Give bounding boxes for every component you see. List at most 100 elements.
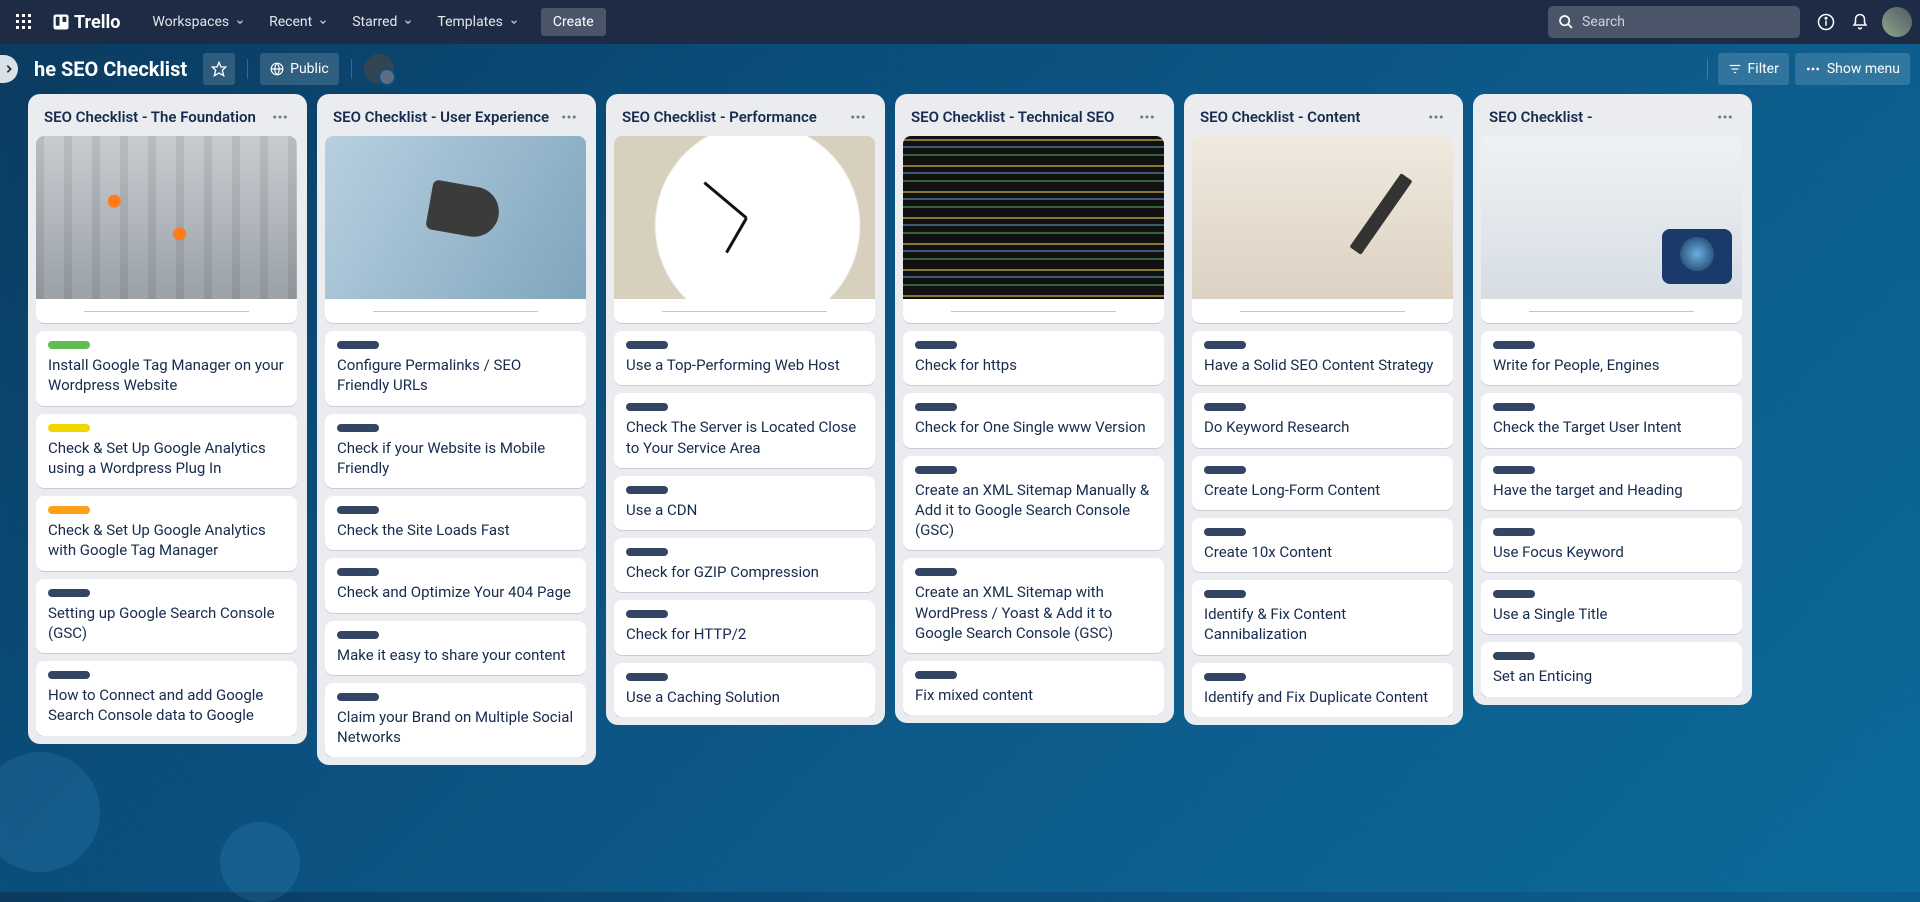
nav-workspaces[interactable]: Workspaces (140, 8, 257, 36)
card-label[interactable] (48, 589, 90, 597)
card[interactable]: Check for One Single www Version (903, 393, 1164, 447)
card-label[interactable] (1204, 673, 1246, 681)
card[interactable]: Check for https (903, 331, 1164, 385)
visibility-button[interactable]: Public (260, 53, 339, 85)
nav-recent[interactable]: Recent (257, 8, 340, 36)
card-label[interactable] (915, 671, 957, 679)
card-label[interactable] (1204, 466, 1246, 474)
nav-starred[interactable]: Starred (340, 8, 425, 36)
board-member-avatar[interactable] (364, 54, 394, 84)
card-label[interactable] (48, 341, 90, 349)
card[interactable]: Check the Site Loads Fast (325, 496, 586, 550)
card[interactable]: Check & Set Up Google Analytics with Goo… (36, 496, 297, 571)
list-title[interactable]: SEO Checklist - The Foundation (44, 108, 267, 126)
apps-switcher-button[interactable] (8, 6, 40, 38)
card[interactable]: Check for GZIP Compression (614, 538, 875, 592)
card-label[interactable] (337, 341, 379, 349)
account-avatar[interactable] (1882, 7, 1912, 37)
card[interactable]: Identify and Fix Duplicate Content (1192, 663, 1453, 717)
card[interactable]: Use a Single Title (1481, 580, 1742, 634)
card-label[interactable] (626, 610, 668, 618)
card[interactable]: Check The Server is Located Close to You… (614, 393, 875, 468)
card-label[interactable] (48, 671, 90, 679)
list-title[interactable]: SEO Checklist - (1489, 108, 1712, 126)
card-label[interactable] (337, 693, 379, 701)
list-title[interactable]: SEO Checklist - Content (1200, 108, 1423, 126)
card-label[interactable] (48, 424, 90, 432)
card-label[interactable] (1204, 403, 1246, 411)
card-label[interactable] (1493, 590, 1535, 598)
card[interactable]: Check for HTTP/2 (614, 600, 875, 654)
card-label[interactable] (626, 341, 668, 349)
card-label[interactable] (915, 403, 957, 411)
search-box[interactable] (1548, 6, 1800, 38)
card[interactable]: Create Long-Form Content (1192, 456, 1453, 510)
card-label[interactable] (1493, 466, 1535, 474)
card-label[interactable] (626, 403, 668, 411)
card[interactable]: Have a Solid SEO Content Strategy (1192, 331, 1453, 385)
card-label[interactable] (1204, 528, 1246, 536)
card-label[interactable] (915, 466, 957, 474)
card[interactable]: Create an XML Sitemap Manually & Add it … (903, 456, 1164, 551)
card[interactable]: Use Focus Keyword (1481, 518, 1742, 572)
info-button[interactable] (1810, 6, 1842, 38)
card[interactable]: Configure Permalinks / SEO Friendly URLs (325, 331, 586, 406)
card[interactable]: Write for People, Engines (1481, 331, 1742, 385)
card-label[interactable] (337, 568, 379, 576)
card[interactable]: Set an Enticing (1481, 642, 1742, 696)
notifications-button[interactable] (1844, 6, 1876, 38)
card-label[interactable] (1493, 341, 1535, 349)
list-title[interactable]: SEO Checklist - Performance (622, 108, 845, 126)
show-menu-button[interactable]: Show menu (1795, 53, 1910, 85)
search-input[interactable] (1582, 14, 1790, 30)
card-label[interactable] (626, 673, 668, 681)
card-label[interactable] (1493, 652, 1535, 660)
card[interactable]: Use a Caching Solution (614, 663, 875, 717)
trello-logo[interactable]: Trello (44, 12, 128, 33)
card[interactable]: Check the Target User Intent (1481, 393, 1742, 447)
card[interactable]: Setting up Google Search Console (GSC) (36, 579, 297, 654)
card-label[interactable] (1204, 341, 1246, 349)
list-menu-button[interactable] (267, 106, 293, 128)
nav-templates[interactable]: Templates (425, 8, 531, 36)
card-label[interactable] (1493, 528, 1535, 536)
card-label[interactable] (337, 424, 379, 432)
list-menu-button[interactable] (1712, 106, 1738, 128)
list-title[interactable]: SEO Checklist - User Experience (333, 108, 556, 126)
card[interactable]: Do Keyword Research (1192, 393, 1453, 447)
star-board-button[interactable] (203, 53, 235, 85)
card-label[interactable] (1204, 590, 1246, 598)
card[interactable]: Use a Top-Performing Web Host (614, 331, 875, 385)
card-label[interactable] (337, 631, 379, 639)
expand-sidebar-handle[interactable] (0, 55, 18, 83)
card[interactable]: Create 10x Content (1192, 518, 1453, 572)
card[interactable]: Create an XML Sitemap with WordPress / Y… (903, 558, 1164, 653)
filter-button[interactable]: Filter (1718, 53, 1789, 85)
card[interactable]: How to Connect and add Google Search Con… (36, 661, 297, 736)
card[interactable]: Fix mixed content (903, 661, 1164, 715)
card[interactable]: Check if your Website is Mobile Friendly (325, 414, 586, 489)
card[interactable]: Identify & Fix Content Cannibalization (1192, 580, 1453, 655)
list-menu-button[interactable] (1134, 106, 1160, 128)
create-button[interactable]: Create (541, 8, 606, 36)
card[interactable]: Use a CDN (614, 476, 875, 530)
card[interactable]: Check and Optimize Your 404 Page (325, 558, 586, 612)
board-canvas[interactable]: SEO Checklist - The Foundation Install Go… (0, 94, 1920, 892)
card-cover[interactable] (903, 136, 1164, 323)
list-menu-button[interactable] (1423, 106, 1449, 128)
card-label[interactable] (626, 486, 668, 494)
card-cover[interactable] (614, 136, 875, 323)
card[interactable]: Have the target and Heading (1481, 456, 1742, 510)
card[interactable]: Claim your Brand on Multiple Social Netw… (325, 683, 586, 758)
card[interactable]: Check & Set Up Google Analytics using a … (36, 414, 297, 489)
card-label[interactable] (48, 506, 90, 514)
card[interactable]: Install Google Tag Manager on your Wordp… (36, 331, 297, 406)
card-label[interactable] (915, 568, 957, 576)
card[interactable]: Make it easy to share your content (325, 621, 586, 675)
card-label[interactable] (1493, 403, 1535, 411)
card-label[interactable] (915, 341, 957, 349)
card-cover[interactable] (325, 136, 586, 323)
board-title[interactable]: he SEO Checklist (26, 57, 195, 81)
card-cover[interactable] (1192, 136, 1453, 323)
list-menu-button[interactable] (556, 106, 582, 128)
